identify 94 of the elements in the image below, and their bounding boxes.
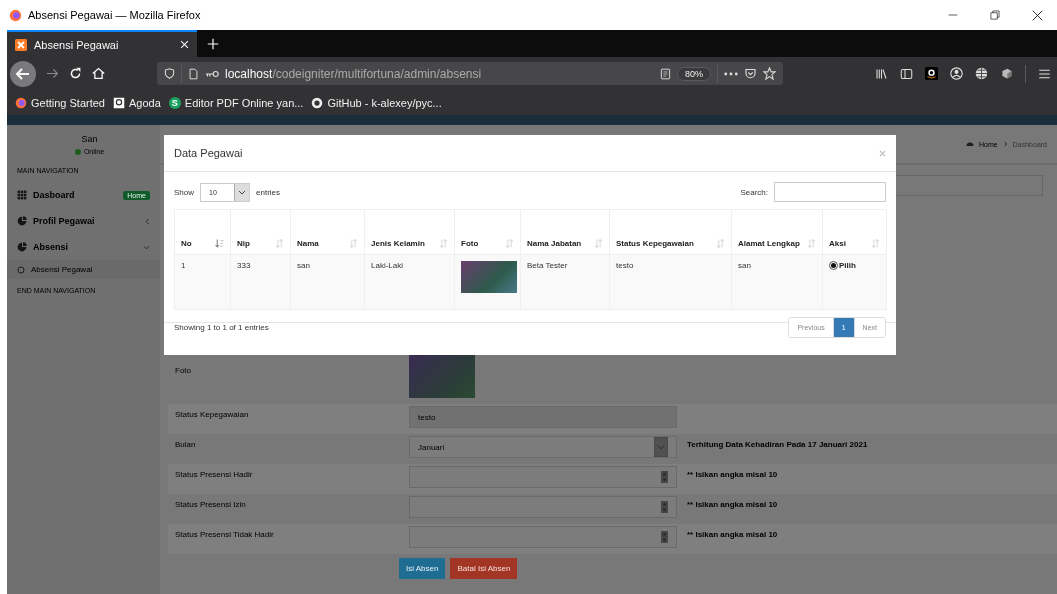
bookmark-link[interactable]: S Editor PDF Online yan... (168, 96, 304, 109)
month-select[interactable]: Januari (409, 436, 677, 458)
column-header[interactable]: Foto (461, 239, 503, 248)
key-icon (205, 68, 219, 79)
chevron-down-icon (238, 189, 246, 195)
pocket-icon[interactable] (744, 67, 757, 80)
table-cell: san (290, 254, 365, 310)
entries-label: entries (256, 187, 281, 197)
field-note: ** Isikan angka misal 10 (687, 470, 779, 479)
input-field[interactable] (893, 174, 1043, 196)
modal-title: Data Pegawai (174, 147, 244, 159)
pie-chart-icon (17, 216, 27, 226)
zoom-level[interactable]: 80% (677, 66, 711, 81)
restore-icon[interactable] (990, 10, 1000, 20)
sidebar-icon[interactable] (900, 67, 913, 80)
field-label: Status Kepegawaian (175, 410, 250, 419)
sidebar-item[interactable]: Absensi (7, 234, 160, 260)
dashboard-icon (966, 140, 975, 148)
search-field[interactable] (774, 182, 886, 202)
table-cell: testo (609, 254, 732, 310)
field-label: Status Presensi Hadir (175, 470, 254, 479)
submit-button[interactable]: Isi Absen (399, 558, 446, 579)
field-label: Bulan (175, 440, 197, 449)
field-label: Status Presensi Izin (175, 500, 247, 509)
field-note: ** Isikan angka misal 10 (687, 530, 779, 539)
table-cell: san (731, 254, 823, 310)
account-icon[interactable] (950, 67, 963, 80)
search-label: Search: (740, 187, 768, 197)
star-icon[interactable] (763, 67, 776, 80)
bookmark-link[interactable]: Getting Started (15, 96, 105, 109)
home-icon[interactable] (92, 67, 105, 80)
column-header[interactable]: Nama Jabatan (527, 239, 592, 248)
field-note: Terhitung Data Kehadiran Pada 17 Januari 2021 (687, 440, 869, 449)
xampp-icon (15, 38, 27, 51)
plus-icon[interactable] (207, 37, 219, 50)
table-cell: Laki-Laki (364, 254, 455, 310)
table-cell: Beta Tester (520, 254, 610, 310)
globe-icon[interactable] (975, 67, 988, 80)
number-field[interactable] (409, 526, 677, 548)
more-icon[interactable] (724, 71, 738, 76)
column-header[interactable]: Alamat Lengkap (738, 239, 805, 248)
chevron-right-icon (1002, 141, 1008, 147)
table-info: Showing 1 to 1 of 1 entries (174, 323, 269, 332)
bookmark-link[interactable]: GitHub - k-alexey/pyc... (311, 96, 442, 109)
shield-icon (164, 68, 175, 79)
table-cell: 333 (230, 254, 291, 310)
column-header[interactable]: Status Kepegawaian (616, 239, 714, 248)
spinner-icon (661, 501, 668, 513)
bookmark-link[interactable]: Agoda (113, 96, 161, 109)
menu-icon[interactable] (1038, 67, 1051, 80)
number-field[interactable] (409, 466, 677, 488)
agoda-icon (113, 96, 125, 109)
github-icon (311, 96, 324, 109)
sidebar-item[interactable]: Profil Pegawai (7, 208, 160, 234)
field-label: Status Presensi Tidak Hadir (175, 530, 275, 539)
number-field[interactable] (409, 496, 677, 518)
column-header[interactable]: Aksi (829, 239, 869, 248)
chevron-down-icon (654, 437, 668, 457)
reload-icon[interactable] (69, 67, 82, 80)
sidebar-subitem[interactable]: Absensi Pegawai (7, 260, 160, 279)
url-text: localhost/codeigniter/multifortuna/admin/absensi (225, 66, 483, 81)
spinner-icon (661, 531, 668, 543)
back-icon[interactable] (10, 60, 36, 87)
column-header[interactable]: Jenis Kelamin (371, 239, 437, 248)
address-bar[interactable]: localhost/codeigniter/multifortuna/admin/absensi 80% (157, 62, 783, 85)
close-icon[interactable] (1032, 9, 1043, 21)
field-label: Foto (175, 366, 192, 375)
firefox-icon (15, 96, 27, 109)
bookmark-icon: S (168, 96, 181, 109)
browser-tab[interactable]: Absensi Pegawai (7, 30, 197, 57)
sort-ascending-icon[interactable] (215, 239, 224, 248)
column-header[interactable]: Nama (297, 239, 347, 248)
cancel-button[interactable]: Batal Isi Absen (450, 558, 518, 579)
column-header[interactable]: Nip (237, 239, 273, 248)
photo-placeholder (461, 261, 517, 293)
field-note: ** Isikan angka misal 10 (687, 500, 779, 509)
extension-icon[interactable] (1000, 67, 1013, 80)
column-header[interactable]: No (181, 239, 213, 248)
grid-icon (17, 190, 27, 200)
close-icon (879, 149, 886, 157)
reader-view-icon[interactable] (660, 67, 671, 80)
page-icon (188, 67, 199, 80)
firefox-icon (9, 8, 22, 22)
library-icon[interactable] (875, 67, 888, 80)
pilih-radio[interactable]: Pilih (829, 261, 856, 270)
forward-icon[interactable] (46, 67, 59, 80)
spinner-icon (661, 471, 668, 483)
window-title: Absensi Pegawai — Mozilla Firefox (28, 9, 201, 21)
show-label: Show (174, 187, 194, 197)
status-field: testo (409, 406, 677, 428)
circle-icon (17, 265, 25, 274)
pie-chart-icon (17, 242, 27, 252)
user-name: San (81, 134, 98, 144)
table-cell: 1 (174, 254, 231, 310)
